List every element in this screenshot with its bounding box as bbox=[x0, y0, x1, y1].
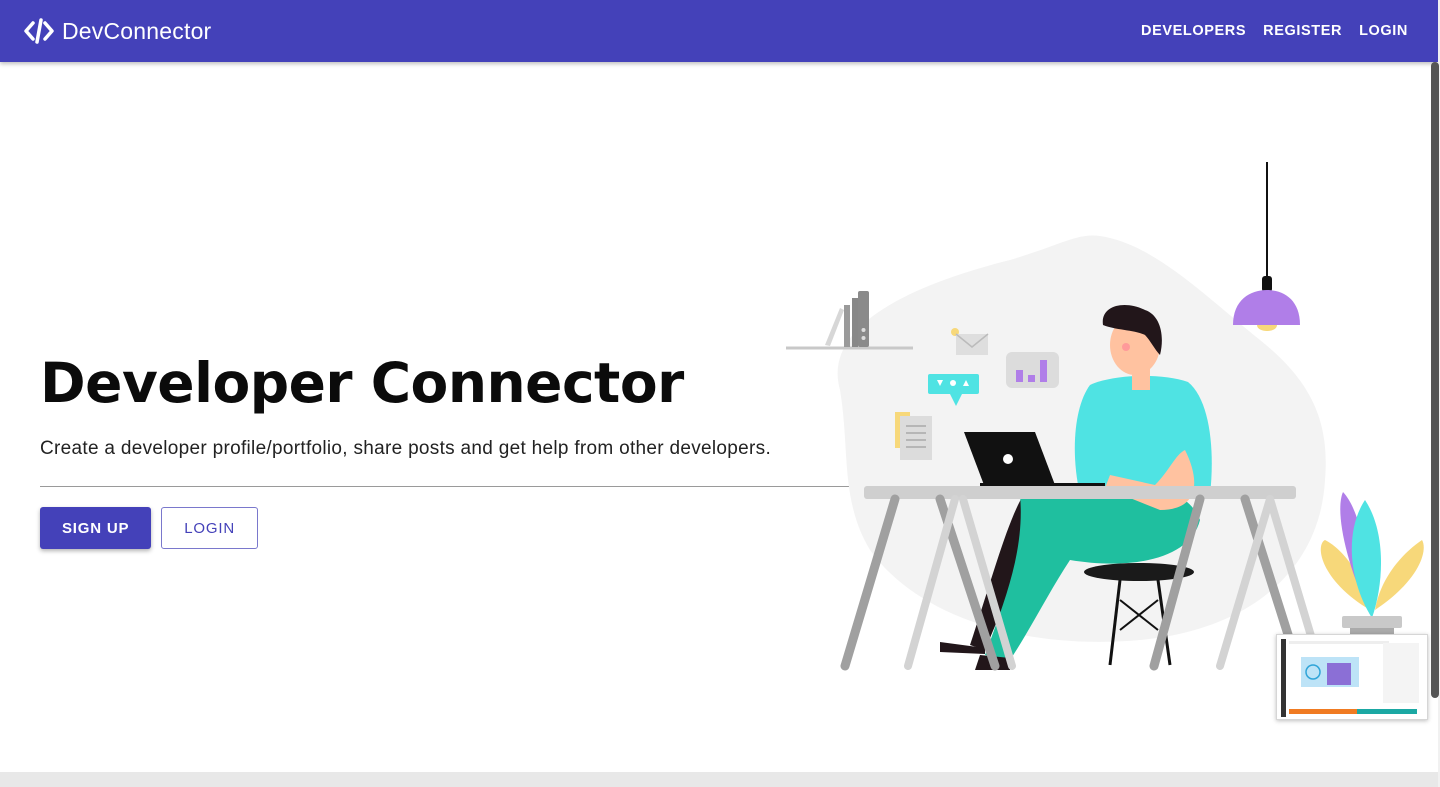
hero-buttons: SIGN UP LOGIN bbox=[40, 507, 870, 549]
hero-title: Developer Connector bbox=[40, 351, 684, 415]
bar-chart-icon bbox=[1006, 352, 1059, 388]
code-icon bbox=[24, 18, 54, 44]
scrollbar-thumb[interactable] bbox=[1431, 62, 1439, 698]
nav-links: DEVELOPERS REGISTER LOGIN bbox=[1141, 23, 1408, 39]
nav-link-login[interactable]: LOGIN bbox=[1359, 23, 1408, 39]
footer-strip bbox=[0, 772, 1440, 787]
hero-section: Developer Connector Create a developer p… bbox=[40, 350, 870, 549]
hero-divider bbox=[40, 486, 870, 487]
navbar: DevConnector DEVELOPERS REGISTER LOGIN bbox=[0, 0, 1438, 62]
plant-icon bbox=[1320, 492, 1424, 634]
nav-link-developers[interactable]: DEVELOPERS bbox=[1141, 23, 1246, 39]
hero-subtitle: Create a developer profile/portfolio, sh… bbox=[40, 438, 772, 459]
lamp-icon bbox=[1233, 162, 1300, 331]
nav-link-register[interactable]: REGISTER bbox=[1263, 23, 1342, 39]
documents-icon bbox=[895, 412, 932, 460]
brand-name: DevConnector bbox=[62, 17, 212, 44]
sign-up-button[interactable]: SIGN UP bbox=[40, 507, 152, 549]
screenshot-thumbnail[interactable] bbox=[1276, 634, 1428, 720]
thumbnail-preview-image bbox=[1281, 639, 1423, 717]
developer-at-desk-illustration bbox=[786, 162, 1424, 671]
brand-link[interactable]: DevConnector bbox=[24, 18, 211, 45]
login-button[interactable]: LOGIN bbox=[161, 507, 258, 549]
